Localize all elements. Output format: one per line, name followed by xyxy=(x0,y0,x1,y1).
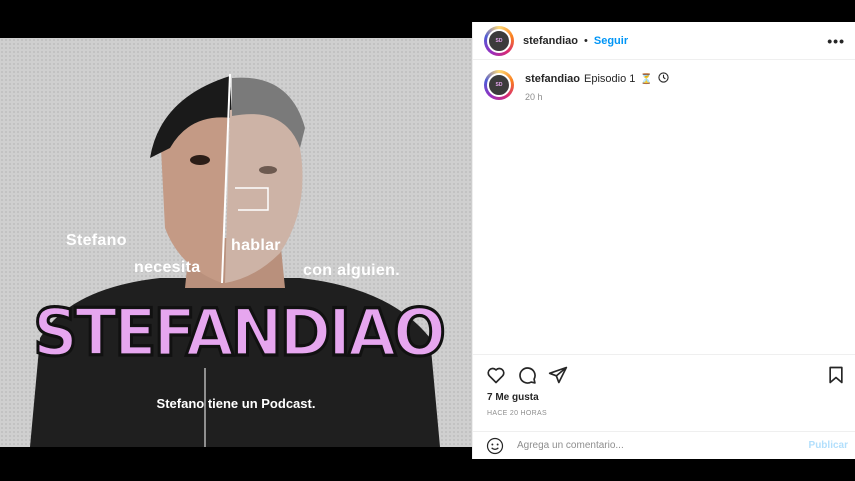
author-avatar[interactable]: SD xyxy=(484,25,514,56)
likes-count[interactable]: 7 Me gusta xyxy=(487,392,539,403)
share-icon[interactable] xyxy=(548,365,568,385)
publish-button[interactable]: Publicar xyxy=(809,440,848,451)
emoji-icon[interactable] xyxy=(486,437,504,455)
caption-time[interactable]: 20 h xyxy=(525,92,669,102)
more-options-icon[interactable]: ••• xyxy=(827,33,845,49)
caption-text: Episodio 1 xyxy=(584,73,636,85)
cover-word-2: necesita xyxy=(134,259,201,276)
bookmark-icon[interactable] xyxy=(826,365,846,385)
author-username[interactable]: stefandiao xyxy=(523,35,578,47)
cover-word-3: hablar xyxy=(231,237,281,254)
cover-word-4: con alguien. xyxy=(303,262,400,279)
cover-word-1: Stefano xyxy=(66,232,127,249)
heart-icon[interactable] xyxy=(486,365,506,385)
post-image[interactable]: Stefano necesita hablar con alguien. STE… xyxy=(0,38,472,447)
caption-avatar[interactable]: SD xyxy=(484,70,514,100)
cover-title-logo: STEFANDIAO xyxy=(32,293,448,373)
cover-subtitle: Stefano tiene un Podcast. xyxy=(156,396,316,411)
separator-dot: • xyxy=(584,34,588,47)
comment-input[interactable] xyxy=(517,440,809,451)
follow-button[interactable]: Seguir xyxy=(594,35,628,47)
post-side-panel: SD stefandiao • Seguir ••• SD stefandiao… xyxy=(472,22,855,459)
comment-bar: Publicar xyxy=(473,431,855,459)
action-bar xyxy=(473,354,855,384)
comment-icon[interactable] xyxy=(517,365,537,385)
caption: SD stefandiao Episodio 1 ⏳ 20 h xyxy=(473,60,855,102)
post-header: SD stefandiao • Seguir ••• xyxy=(473,22,855,60)
caption-username[interactable]: stefandiao xyxy=(525,73,580,85)
hourglass-icon: ⏳ xyxy=(640,73,653,85)
clock-icon xyxy=(658,72,669,86)
post-timestamp: HACE 20 HORAS xyxy=(487,410,547,417)
